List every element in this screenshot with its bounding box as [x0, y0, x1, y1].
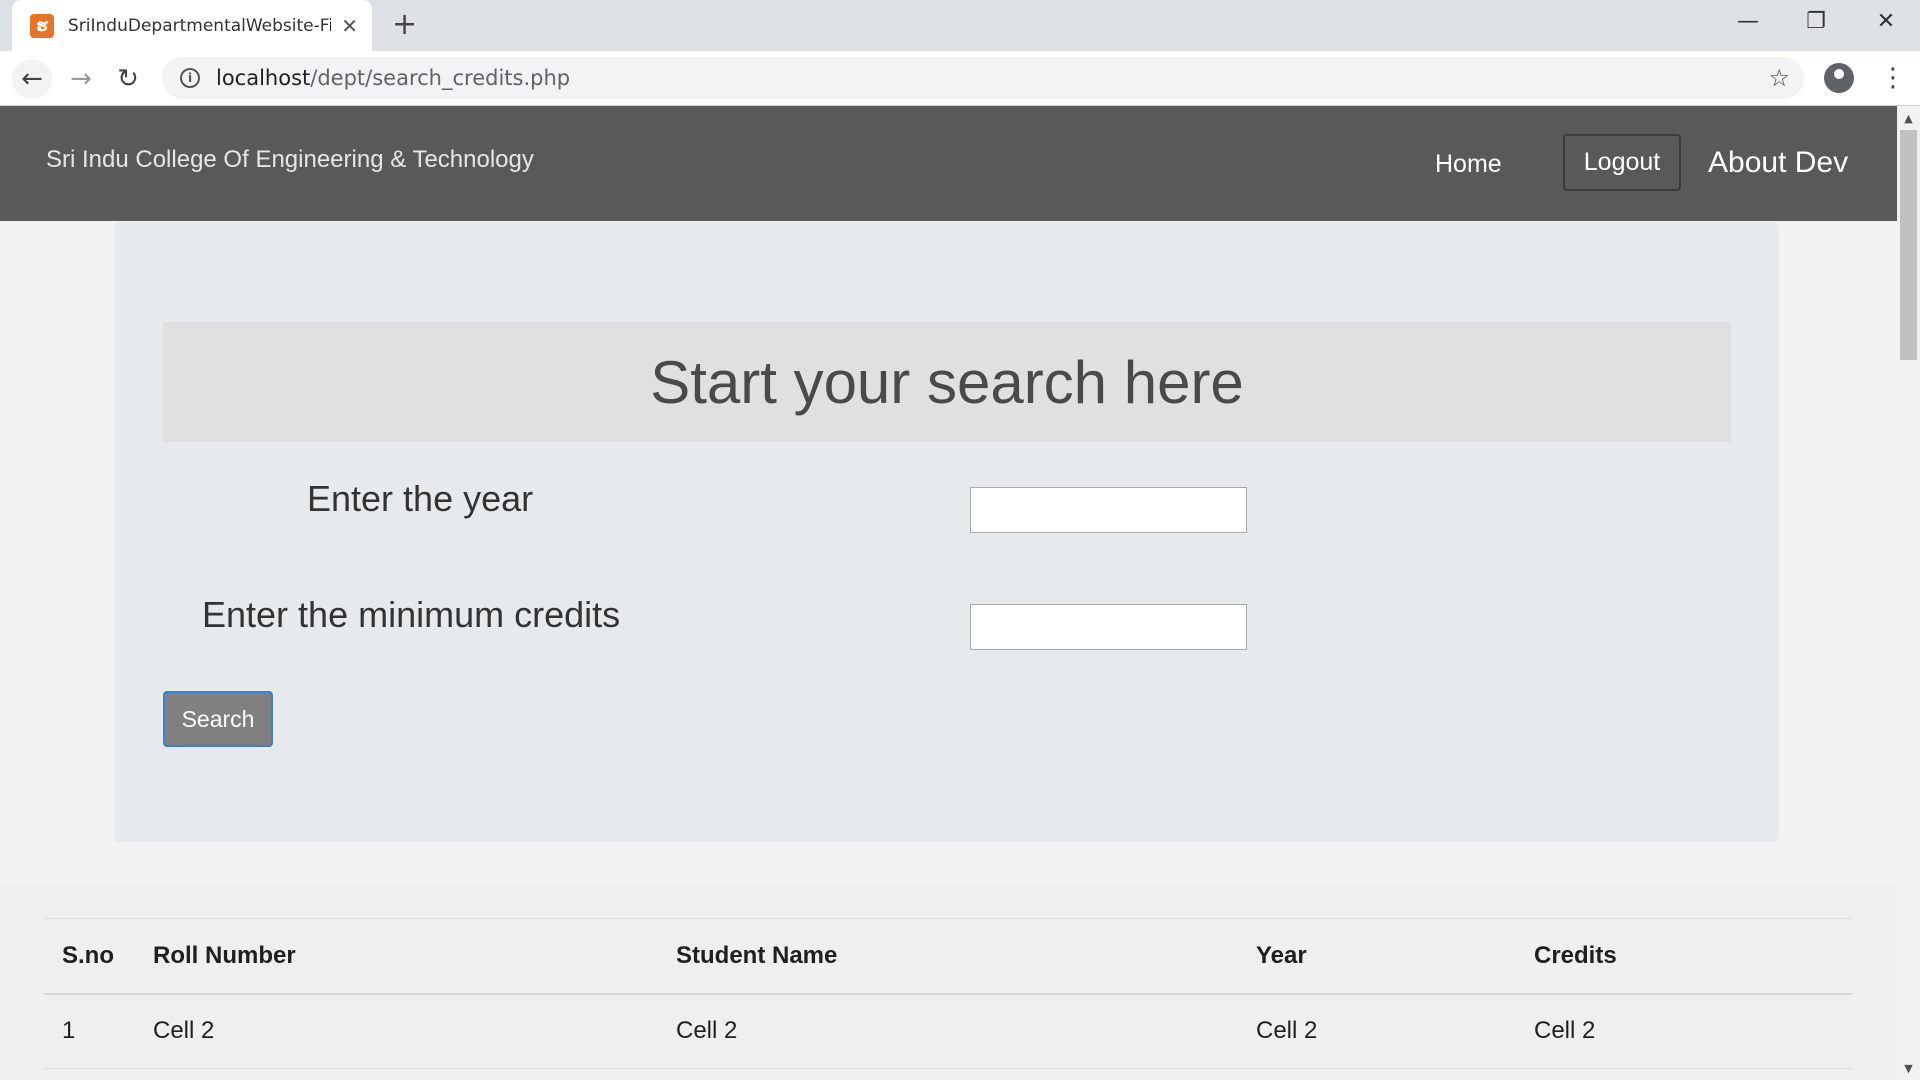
cell-sno: 1 — [44, 993, 135, 1069]
cell-student-name: Cell 2 — [658, 993, 1238, 1069]
year-label: Enter the year — [307, 478, 534, 519]
forward-icon[interactable]: → — [61, 59, 101, 99]
brand-link[interactable]: Sri Indu College Of Engineering & Techno… — [46, 146, 534, 174]
profile-icon[interactable] — [1824, 63, 1854, 93]
site-navbar: Sri Indu College Of Engineering & Techno… — [0, 106, 1897, 221]
header-credits: Credits — [1516, 918, 1852, 995]
url-host: localhost — [216, 66, 311, 90]
year-input[interactable] — [970, 487, 1247, 533]
tab-strip: ຮ SriInduDepartmentalWebsite-Final ✕ + —… — [0, 0, 1920, 51]
menu-icon[interactable]: ⋮ — [1880, 61, 1906, 95]
cell-credits: Cell 2 — [1516, 993, 1852, 1069]
page-scrollbar[interactable]: ▲ ▼ — [1897, 106, 1920, 1080]
info-icon[interactable]: i — [180, 68, 200, 88]
browser-tab[interactable]: ຮ SriInduDepartmentalWebsite-Final ✕ — [12, 0, 372, 51]
table-row: 1 Cell 2 Cell 2 Cell 2 Cell 2 — [44, 993, 1852, 1069]
header-year: Year — [1238, 918, 1516, 995]
nav-home-link[interactable]: Home — [1435, 150, 1502, 179]
search-button[interactable]: Search — [163, 691, 273, 747]
scroll-thumb[interactable] — [1900, 130, 1917, 360]
restore-icon[interactable]: ❐ — [1782, 0, 1850, 42]
close-window-icon[interactable]: ✕ — [1852, 0, 1920, 42]
xampp-icon: ຮ — [30, 13, 54, 38]
search-panel: Start your search here Enter the year En… — [115, 222, 1779, 842]
results-section: S.no Roll Number Student Name Year Credi… — [0, 886, 1897, 1080]
scroll-down-arrow-icon[interactable]: ▼ — [1897, 1056, 1920, 1080]
cell-roll-number: Cell 2 — [135, 993, 658, 1069]
cell-year: Cell 2 — [1238, 993, 1516, 1069]
nav-about-link[interactable]: About Dev — [1708, 146, 1848, 180]
header-student-name: Student Name — [658, 918, 1238, 995]
logout-button[interactable]: Logout — [1563, 134, 1681, 191]
table-header-row: S.no Roll Number Student Name Year Credi… — [44, 918, 1852, 995]
min-credits-input[interactable] — [970, 604, 1247, 650]
search-heading: Start your search here — [163, 322, 1731, 442]
back-icon[interactable]: ← — [12, 59, 52, 99]
url-text: localhost/dept/search_credits.php — [216, 66, 570, 90]
minimize-icon[interactable]: — — [1714, 0, 1782, 42]
min-credits-label: Enter the minimum credits — [202, 594, 621, 635]
url-path: /dept/search_credits.php — [310, 66, 571, 90]
address-bar[interactable]: i localhost/dept/search_credits.php ☆ — [162, 57, 1804, 99]
reload-icon[interactable]: ↻ — [108, 59, 148, 99]
browser-toolbar: ← → ↻ i localhost/dept/search_credits.ph… — [0, 51, 1920, 106]
page-content: Sri Indu College Of Engineering & Techno… — [0, 106, 1897, 1080]
close-tab-icon[interactable]: ✕ — [341, 14, 358, 38]
scroll-up-arrow-icon[interactable]: ▲ — [1897, 106, 1920, 130]
header-sno: S.no — [44, 918, 135, 995]
tab-title: SriInduDepartmentalWebsite-Final — [68, 15, 332, 36]
results-table: S.no Roll Number Student Name Year Credi… — [44, 918, 1852, 1069]
header-roll-number: Roll Number — [135, 918, 658, 995]
new-tab-icon[interactable]: + — [392, 8, 417, 42]
bookmark-star-icon[interactable]: ☆ — [1768, 64, 1790, 92]
